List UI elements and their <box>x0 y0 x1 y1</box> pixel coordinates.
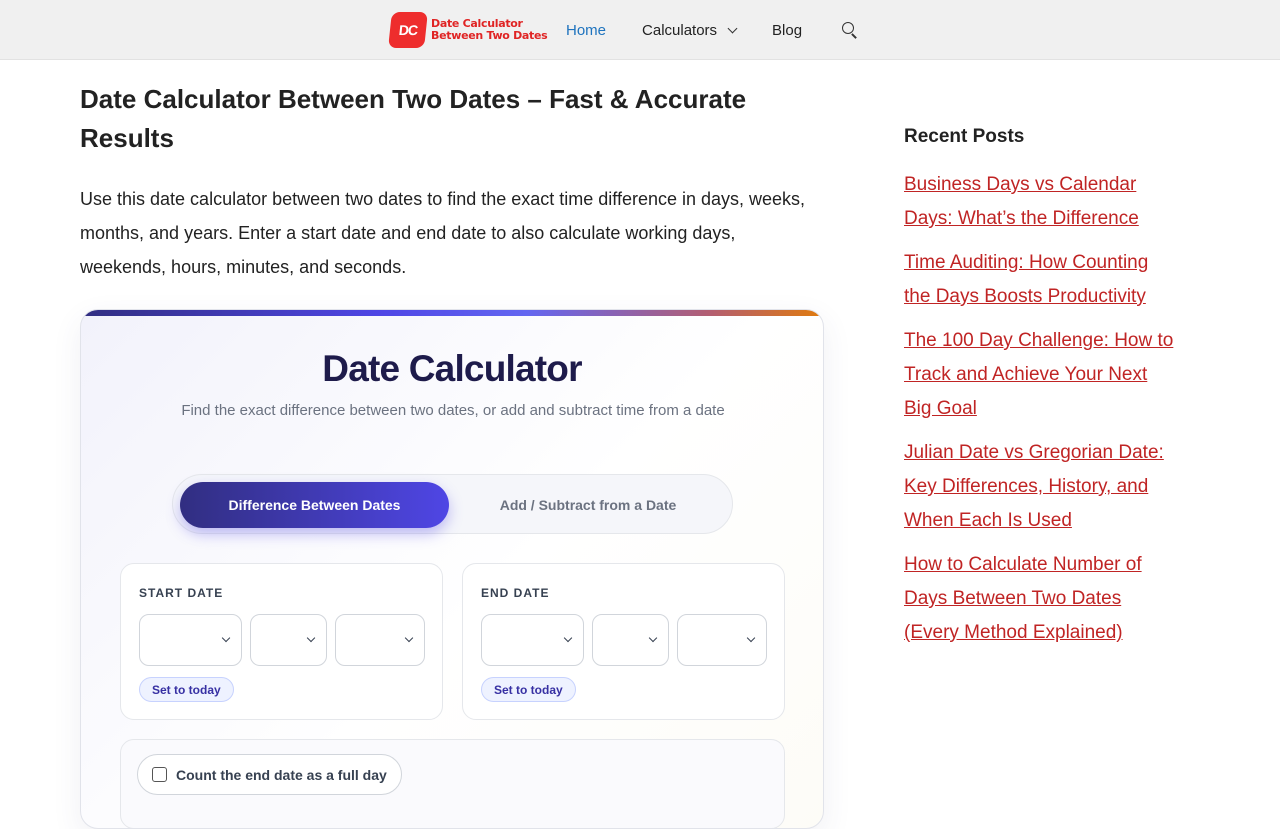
start-date-panel: START DATE Set to today <box>120 563 443 720</box>
start-day-select[interactable] <box>250 614 327 666</box>
end-set-today-button[interactable]: Set to today <box>481 677 576 702</box>
chevron-down-icon <box>221 633 231 643</box>
list-item: How to Calculate Number of Days Between … <box>904 548 1174 650</box>
start-month-select[interactable] <box>139 614 242 666</box>
mode-tabs: Difference Between Dates Add / Subtract … <box>172 474 733 534</box>
calculator-title: Date Calculator <box>322 348 582 389</box>
count-end-date-toggle[interactable]: Count the end date as a full day <box>137 754 402 795</box>
start-set-today-button[interactable]: Set to today <box>139 677 234 702</box>
end-month-select[interactable] <box>481 614 584 666</box>
sidebar: Recent Posts Business Days vs Calendar D… <box>904 124 1174 660</box>
page-title: Date Calculator Between Two Dates – Fast… <box>80 84 747 153</box>
recent-posts-title: Recent Posts <box>904 126 1025 147</box>
site-header: DC Date Calculator Between Two Dates Hom… <box>0 0 1280 60</box>
list-item: Julian Date vs Gregorian Date: Key Diffe… <box>904 436 1174 538</box>
list-item: Business Days vs Calendar Days: What’s t… <box>904 168 1174 236</box>
intro-paragraph: Use this date calculator between two dat… <box>80 189 806 277</box>
recent-post-link[interactable]: How to Calculate Number of Days Between … <box>904 554 1142 643</box>
chevron-down-icon <box>727 23 738 33</box>
chevron-down-icon <box>404 633 414 643</box>
calculator-subtitle: Find the exact difference between two da… <box>181 402 725 419</box>
end-day-select[interactable] <box>592 614 669 666</box>
end-date-panel: END DATE Set to today <box>462 563 785 720</box>
tab-add-subtract[interactable]: Add / Subtract from a Date <box>449 482 727 528</box>
logo-text: Date Calculator Between Two Dates <box>431 18 548 42</box>
site-logo[interactable]: DC Date Calculator Between Two Dates <box>388 12 548 48</box>
count-end-date-checkbox[interactable] <box>152 767 167 782</box>
chevron-down-icon <box>648 633 658 643</box>
search-icon <box>842 22 858 38</box>
count-end-date-label: Count the end date as a full day <box>176 766 387 783</box>
recent-posts-list: Business Days vs Calendar Days: What’s t… <box>904 168 1174 650</box>
nav-blog[interactable]: Blog <box>754 22 820 39</box>
logo-line-2: Between Two Dates <box>431 29 548 42</box>
tab-difference[interactable]: Difference Between Dates <box>180 482 449 528</box>
main-content: Date Calculator Between Two Dates – Fast… <box>80 60 824 829</box>
start-date-label: START DATE <box>139 586 224 600</box>
nav-home[interactable]: Home <box>548 22 624 39</box>
list-item: Time Auditing: How Counting the Days Boo… <box>904 246 1174 314</box>
start-year-select[interactable] <box>335 614 425 666</box>
list-item: The 100 Day Challenge: How to Track and … <box>904 324 1174 426</box>
end-year-select[interactable] <box>677 614 767 666</box>
recent-post-link[interactable]: Business Days vs Calendar Days: What’s t… <box>904 174 1139 229</box>
nav-calculators[interactable]: Calculators <box>624 22 754 39</box>
end-date-label: END DATE <box>481 586 550 600</box>
recent-post-link[interactable]: The 100 Day Challenge: How to Track and … <box>904 330 1173 419</box>
chevron-down-icon <box>746 633 756 643</box>
card-accent-bar <box>81 310 823 316</box>
nav-calculators-label: Calculators <box>642 21 718 39</box>
chevron-down-icon <box>306 633 316 643</box>
chevron-down-icon <box>563 633 573 643</box>
recent-post-link[interactable]: Time Auditing: How Counting the Days Boo… <box>904 252 1148 307</box>
date-calculator-card: Date Calculator Find the exact differenc… <box>80 309 824 829</box>
main-nav: Home Calculators Blog <box>548 0 876 60</box>
logo-mark: DC <box>388 12 428 48</box>
search-button[interactable] <box>820 22 876 38</box>
recent-post-link[interactable]: Julian Date vs Gregorian Date: Key Diffe… <box>904 442 1164 531</box>
options-panel: Count the end date as a full day <box>120 739 785 828</box>
